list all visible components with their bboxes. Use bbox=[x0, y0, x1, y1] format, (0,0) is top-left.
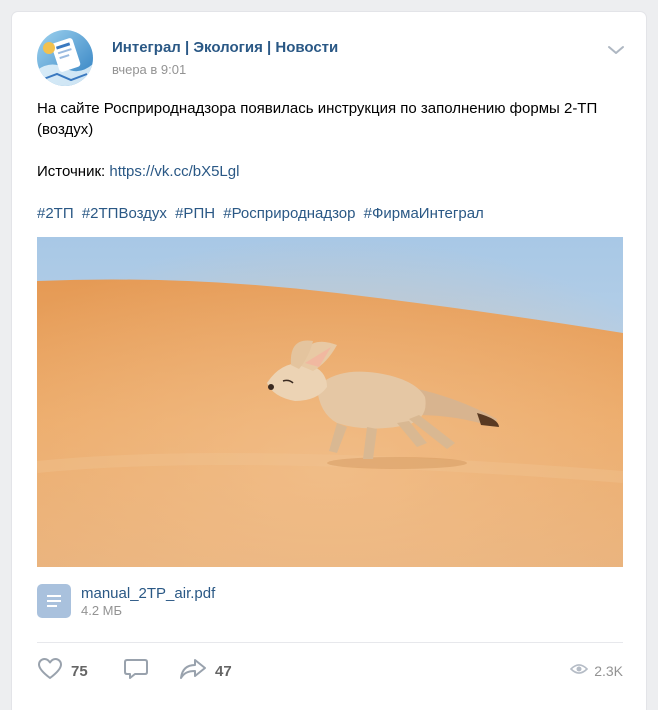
comment-icon bbox=[123, 657, 149, 686]
views-count: 2.3K bbox=[594, 663, 623, 679]
document-attachment[interactable]: manual_2TP_air.pdf 4.2 МБ bbox=[37, 584, 437, 620]
hashtag-link[interactable]: #РПН bbox=[175, 205, 215, 222]
hashtags: #2ТП #2ТПВоздух #РПН #Росприроднадзор #Ф… bbox=[37, 203, 627, 224]
share-button[interactable]: 47 bbox=[179, 656, 232, 686]
post-text-body: На сайте Росприроднадзора появилась инст… bbox=[37, 100, 598, 138]
source-link[interactable]: https://vk.cc/bX5Lgl bbox=[109, 163, 239, 180]
document-icon[interactable] bbox=[37, 584, 71, 618]
post-source: Источник: https://vk.cc/bX5Lgl bbox=[37, 161, 627, 182]
post-time[interactable]: вчера в 9:01 bbox=[112, 62, 186, 77]
hashtag-link[interactable]: #ФирмаИнтеграл bbox=[364, 205, 484, 222]
hashtag-link[interactable]: #2ТП bbox=[37, 205, 74, 222]
post-text: На сайте Росприроднадзора появилась инст… bbox=[37, 98, 627, 224]
chevron-down-icon[interactable] bbox=[606, 40, 626, 60]
post-header: Интеграл | Экология | Новости вчера в 9:… bbox=[37, 30, 626, 86]
like-button[interactable]: 75 bbox=[37, 656, 88, 686]
group-avatar[interactable] bbox=[37, 30, 93, 86]
heart-icon bbox=[37, 657, 63, 686]
actions-divider bbox=[37, 642, 623, 643]
source-label: Источник: bbox=[37, 163, 106, 180]
document-name[interactable]: manual_2TP_air.pdf bbox=[81, 585, 215, 602]
post-actions: 75 47 2.3K bbox=[37, 656, 623, 686]
document-size: 4.2 МБ bbox=[81, 603, 123, 618]
post-card: Интеграл | Экология | Новости вчера в 9:… bbox=[12, 12, 646, 710]
hashtag-link[interactable]: #2ТПВоздух bbox=[82, 205, 167, 222]
group-name-link[interactable]: Интеграл | Экология | Новости bbox=[112, 39, 338, 56]
eye-icon bbox=[570, 662, 589, 681]
views-counter: 2.3K bbox=[570, 656, 623, 686]
comment-button[interactable] bbox=[123, 656, 157, 686]
share-count: 47 bbox=[215, 662, 232, 680]
like-count: 75 bbox=[71, 662, 88, 680]
share-icon bbox=[179, 657, 207, 686]
hashtag-link[interactable]: #Росприроднадзор bbox=[223, 205, 355, 222]
post-photo[interactable] bbox=[37, 237, 623, 567]
